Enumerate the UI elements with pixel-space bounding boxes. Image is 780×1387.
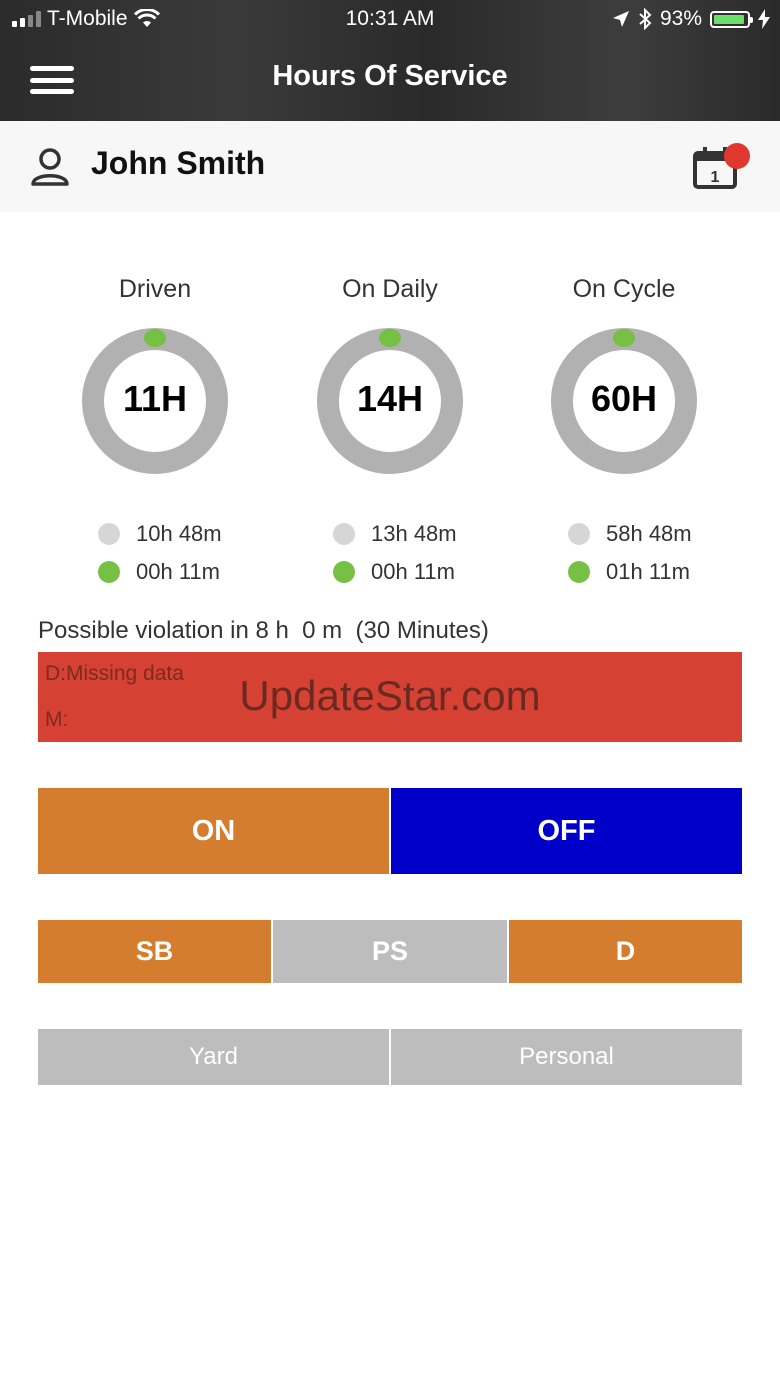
violation-text: Possible violation in 8 h 0 m (30 Minute… — [38, 617, 489, 644]
watermark: UpdateStar.com — [239, 672, 541, 719]
status-right: 93% — [612, 7, 770, 31]
legend-driven: 10h 48m 00h 11m — [98, 515, 258, 591]
location-arrow-icon — [612, 11, 629, 27]
remaining-dot-icon — [568, 523, 590, 545]
gauge-indicator — [613, 329, 635, 347]
bluetooth-icon — [639, 8, 652, 30]
remaining-time: 58h 48m — [606, 521, 692, 546]
gauge-title: On Cycle — [572, 275, 676, 303]
user-icon — [31, 148, 69, 186]
page-title: Hours Of Service — [272, 60, 508, 92]
notification-badge — [724, 143, 750, 169]
battery-icon — [710, 10, 753, 28]
gauge-title: On Daily — [342, 275, 438, 303]
yard-move-button[interactable]: Yard — [38, 1029, 389, 1085]
gauge-indicator — [379, 329, 401, 347]
gauge-ring: 11H — [82, 328, 228, 474]
personal-conveyance-button[interactable]: Personal — [391, 1029, 742, 1085]
gauge-driven: Driven 11H — [75, 275, 235, 474]
used-dot-icon — [98, 561, 120, 583]
off-duty-button[interactable]: OFF — [391, 788, 742, 874]
remaining-time: 10h 48m — [136, 521, 222, 546]
used-time: 00h 11m — [371, 559, 455, 584]
used-dot-icon — [568, 561, 590, 583]
legend-on-cycle: 58h 48m 01h 11m — [568, 515, 728, 591]
gauge-ring: 14H — [317, 328, 463, 474]
driver-name: John Smith — [91, 145, 266, 181]
used-time: 01h 11m — [606, 559, 690, 584]
violation-alert-banner: D:Missing data M: UpdateStar.com — [38, 652, 742, 742]
charging-bolt-icon — [758, 9, 770, 29]
battery-percent: 93% — [659, 7, 702, 30]
gauge-value: 60H — [590, 378, 658, 419]
gauge-title: Driven — [118, 275, 192, 303]
gauge-on-daily: On Daily 14H — [310, 275, 470, 474]
gauge-value: 11H — [122, 378, 188, 419]
sleeper-berth-button[interactable]: SB — [38, 920, 271, 983]
gauge-on-cycle: On Cycle 60H — [544, 275, 704, 474]
on-duty-button[interactable]: ON — [38, 788, 389, 874]
status-bar: T-Mobile 10:31 AM 93% — [0, 0, 780, 40]
gauge-ring: 60H — [551, 328, 697, 474]
gauge-value: 14H — [356, 378, 424, 419]
passenger-seat-button[interactable]: PS — [273, 920, 507, 983]
app-header: T-Mobile 10:31 AM 93% Hours Of Service — [0, 0, 780, 121]
remaining-dot-icon — [333, 523, 355, 545]
battery-fill — [714, 14, 744, 24]
gauge-indicator — [144, 329, 166, 347]
driving-button[interactable]: D — [509, 920, 742, 983]
legend-on-daily: 13h 48m 00h 11m — [333, 515, 493, 591]
used-time: 00h 11m — [136, 559, 220, 584]
calendar-number: 1 — [711, 169, 720, 186]
remaining-time: 13h 48m — [371, 521, 457, 546]
remaining-dot-icon — [98, 523, 120, 545]
used-dot-icon — [333, 561, 355, 583]
